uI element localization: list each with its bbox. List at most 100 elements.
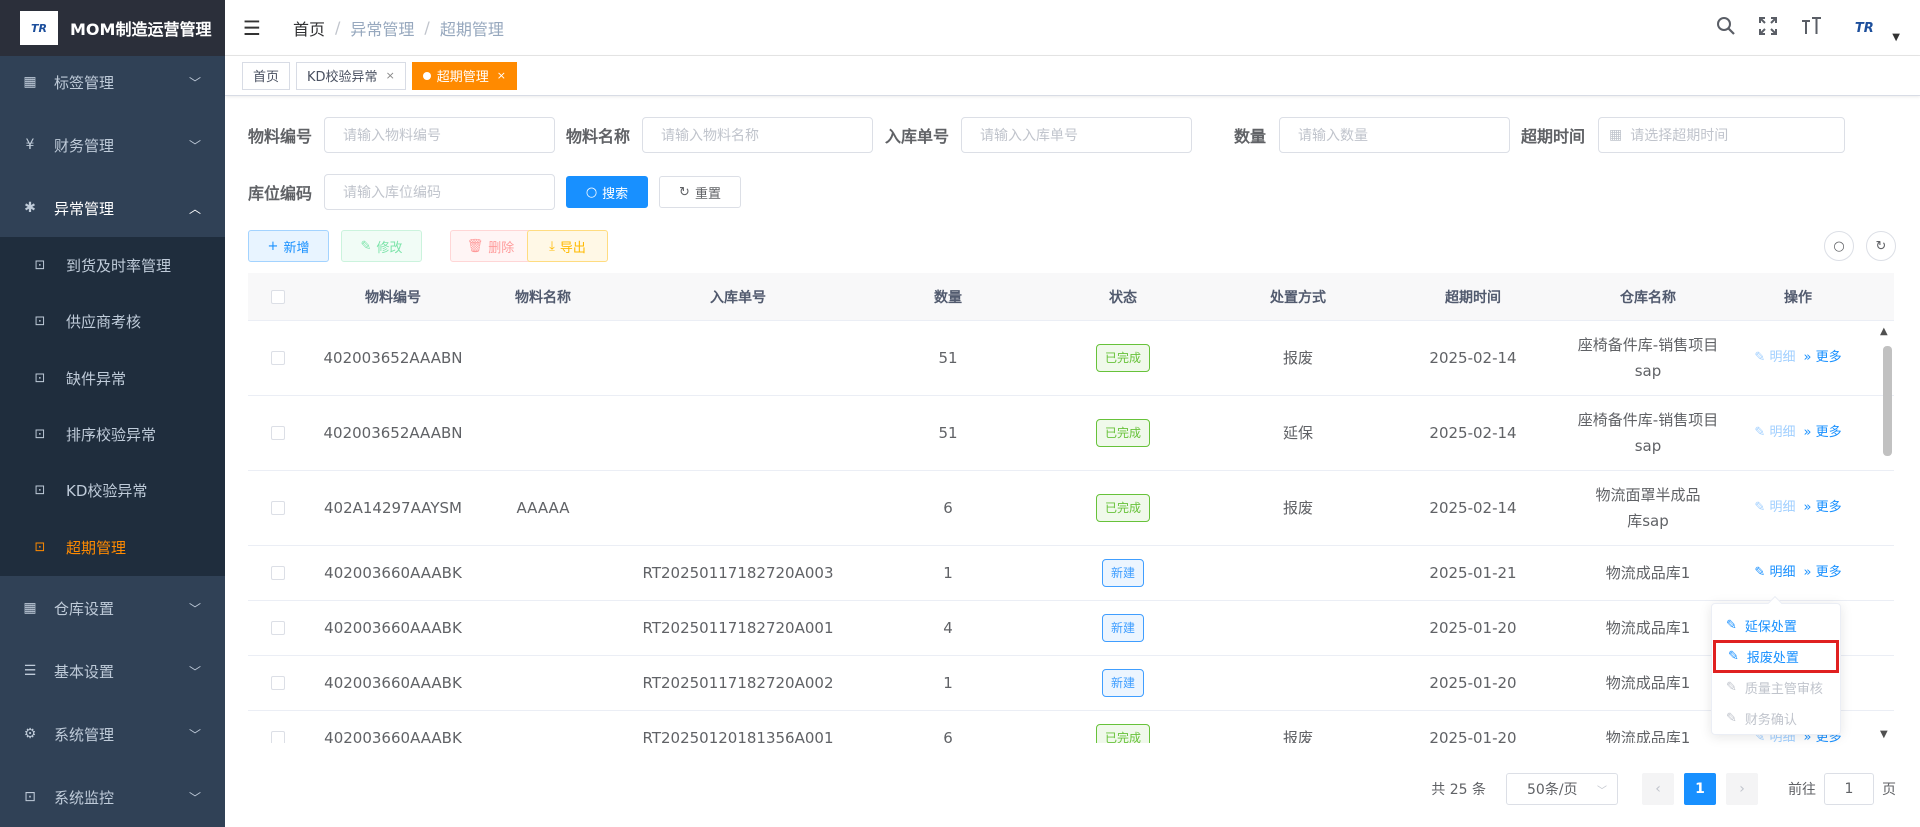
tag-home[interactable]: 首页 [242, 61, 291, 90]
more-link[interactable]: » 更多 [1803, 495, 1841, 521]
close-icon[interactable]: × [386, 69, 395, 82]
more-link[interactable]: » 更多 [1803, 560, 1841, 586]
page-size-select[interactable]: 50条/页 ﹀ [1506, 773, 1618, 805]
more-link[interactable]: » 更多 [1803, 345, 1841, 371]
scrollbar-thumb[interactable] [1883, 346, 1892, 456]
cell-warehouse: 物流成品库1 [1605, 729, 1691, 743]
chevron-left-icon: ‹ [1655, 781, 1661, 797]
column-header: 状态 [1109, 290, 1137, 306]
sidebar-item-exception[interactable]: ✱ 异常管理 ︿ [0, 180, 225, 236]
overdue-time-picker[interactable]: ▦ 请选择超期时间 [1598, 117, 1845, 153]
sidebar-item-label-mgmt[interactable]: ▦ 标签管理 ﹀ [0, 54, 225, 110]
row-checkbox[interactable] [271, 676, 285, 690]
row-checkbox[interactable] [271, 426, 285, 440]
breadcrumb-separator: / [335, 18, 341, 37]
sidebar-item-warehouse[interactable]: ▦ 仓库设置 ﹀ [0, 580, 225, 636]
field-label: 入库单号 [885, 127, 950, 146]
sidebar-subitem-overdue[interactable]: ⊡ 超期管理 [0, 519, 225, 575]
field-label: 超期时间 [1521, 127, 1586, 146]
cell-method [1218, 546, 1378, 600]
search-icon[interactable] [1716, 16, 1736, 41]
detail-link[interactable]: ✎ 明细 [1754, 345, 1795, 371]
hamburger-icon[interactable]: ☰ [243, 16, 267, 40]
fullscreen-icon[interactable] [1758, 16, 1778, 41]
sidebar-subitem-shortage[interactable]: ⊡ 缺件异常 [0, 350, 225, 406]
plus-icon: + [267, 238, 279, 254]
page-number-button[interactable]: 1 [1684, 773, 1716, 805]
material-name-input[interactable]: 请输入物料名称 [642, 117, 873, 153]
table-scrollbar[interactable]: ▲ ▼ [1880, 322, 1894, 740]
row-checkbox[interactable] [271, 731, 285, 743]
inbound-no-input[interactable]: 请输入入库单号 [961, 117, 1192, 153]
column-header: 仓库名称 [1620, 290, 1676, 306]
sidebar-subitem-supplier[interactable]: ⊡ 供应商考核 [0, 293, 225, 349]
detail-link[interactable]: ✎ 明细 [1754, 495, 1795, 521]
toggle-search-button[interactable]: ○ [1824, 231, 1854, 261]
quantity-input[interactable]: 请输入数量 [1279, 117, 1510, 153]
scroll-up-icon[interactable]: ▲ [1880, 326, 1888, 337]
navbar-actions: TR ▼ [1716, 0, 1900, 56]
prev-page-button[interactable]: ‹ [1642, 773, 1674, 805]
cell-material-name [478, 711, 608, 743]
dropdown-item-label: 财务确认 [1744, 713, 1797, 728]
extend-warranty-option[interactable]: ✎ 延保处置 [1712, 610, 1840, 641]
table-row: 402003660AAABK RT20250117182720A001 4 新建… [248, 601, 1894, 656]
cell-inbound-no: RT20250120181356A001 [642, 729, 834, 743]
row-checkbox-cell [248, 546, 308, 600]
tag-kd-check[interactable]: KD校验异常 × [296, 61, 406, 90]
gear-icon: ⚙ [23, 726, 37, 742]
cell-status: 已完成 [1028, 471, 1218, 545]
column-header: 超期时间 [1445, 290, 1501, 306]
delete-button[interactable]: 🗑 删除 [450, 230, 531, 262]
search-button[interactable]: ○ 搜索 [566, 176, 648, 208]
breadcrumb-current: 超期管理 [439, 19, 504, 39]
sidebar-item-monitor[interactable]: ⊡ 系统监控 ﹀ [0, 769, 225, 825]
close-icon[interactable]: × [497, 69, 506, 82]
select-all-checkbox[interactable] [271, 290, 285, 304]
monitor-icon: ⊡ [34, 482, 46, 498]
detail-link[interactable]: ✎ 明细 [1754, 560, 1795, 586]
cell-quantity: 1 [943, 564, 953, 582]
caret-down-icon[interactable]: ▼ [1892, 32, 1900, 43]
goto-page-input[interactable]: 1 [1824, 773, 1874, 805]
font-size-icon[interactable] [1800, 16, 1822, 41]
breadcrumb-home[interactable]: 首页 [293, 16, 325, 40]
quality-review-option[interactable]: ✎ 质量主管审核 [1712, 672, 1840, 703]
export-button[interactable]: ⤓ 导出 [527, 230, 608, 262]
sidebar-item-system[interactable]: ⚙ 系统管理 ﹀ [0, 706, 225, 762]
row-checkbox[interactable] [271, 351, 285, 365]
detail-link[interactable]: ✎ 明细 [1754, 420, 1795, 446]
finance-confirm-option[interactable]: ✎ 财务确认 [1712, 703, 1840, 734]
sidebar-subitem-kd-check[interactable]: ⊡ KD校验异常 [0, 462, 225, 518]
breadcrumb-item: 异常管理 [350, 19, 415, 39]
cell-quantity: 51 [938, 424, 958, 442]
cell-quantity: 6 [943, 729, 953, 743]
avatar[interactable]: TR [1844, 13, 1884, 43]
tag-overdue[interactable]: 超期管理 × [411, 61, 518, 90]
dropdown-item-label: 质量主管审核 [1744, 682, 1823, 697]
more-link[interactable]: » 更多 [1803, 420, 1841, 446]
row-checkbox[interactable] [271, 501, 285, 515]
cell-inbound-no: RT20250117182720A002 [642, 674, 834, 692]
sidebar-subitem-arrival[interactable]: ⊡ 到货及时率管理 [0, 237, 225, 293]
scroll-down-icon[interactable]: ▼ [1880, 729, 1888, 740]
reset-button[interactable]: ↻ 重置 [659, 176, 741, 208]
edit-button[interactable]: ✎ 修改 [341, 230, 422, 262]
more-label: 更多 [1815, 350, 1842, 365]
add-button[interactable]: + 新增 [248, 230, 329, 262]
row-checkbox[interactable] [271, 621, 285, 635]
chevron-down-icon: ﹀ [188, 664, 201, 679]
detail-label: 明细 [1769, 500, 1796, 515]
location-code-input[interactable]: 请输入库位编码 [324, 174, 555, 210]
cell-method: 延保 [1282, 424, 1313, 442]
active-dot-icon [422, 71, 431, 80]
scrap-disposal-option[interactable]: ✎ 报废处置 [1713, 640, 1839, 673]
sidebar-item-finance[interactable]: ¥ 财务管理 ﹀ [0, 117, 225, 173]
next-page-button[interactable]: › [1726, 773, 1758, 805]
row-checkbox[interactable] [271, 566, 285, 580]
cell-material-name [478, 656, 608, 710]
material-code-input[interactable]: 请输入物料编号 [324, 117, 555, 153]
refresh-table-button[interactable]: ↻ [1866, 231, 1896, 261]
sidebar-subitem-sort-check[interactable]: ⊡ 排序校验异常 [0, 406, 225, 462]
sidebar-item-basic[interactable]: ☰ 基本设置 ﹀ [0, 643, 225, 699]
